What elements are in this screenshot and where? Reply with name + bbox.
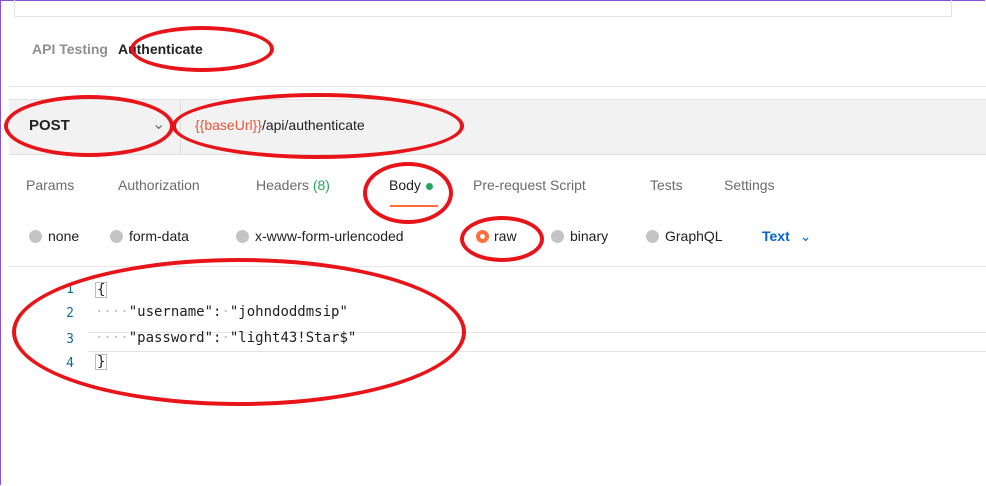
breadcrumb-collection[interactable]: API Testing	[32, 41, 108, 57]
tab-headers[interactable]: Headers (8)	[256, 177, 330, 193]
headers-count: (8)	[312, 177, 330, 193]
tab-label: Pre-request Script	[473, 177, 586, 193]
radio-circle-icon	[551, 230, 564, 243]
radio-label: binary	[570, 228, 609, 244]
annotation-ellipse	[12, 258, 466, 406]
annotation-ellipse	[363, 162, 453, 224]
annotation-ellipse	[4, 95, 174, 157]
radio-none[interactable]: none	[29, 228, 79, 244]
annotation-ellipse	[172, 93, 464, 159]
tab-label: Authorization	[118, 177, 200, 193]
format-dropdown[interactable]: Text ⌄	[762, 228, 811, 245]
chevron-down-icon: ⌄	[799, 228, 812, 244]
radio-circle-icon	[646, 230, 659, 243]
tab-label: Params	[26, 177, 75, 193]
tab-label: Headers	[256, 177, 309, 193]
annotation-ellipse	[130, 26, 274, 72]
tab-pre-request-script[interactable]: Pre-request Script	[473, 177, 586, 193]
radio-label: x-www-form-urlencoded	[255, 228, 404, 244]
tab-authorization[interactable]: Authorization	[118, 177, 200, 193]
radio-form-data[interactable]: form-data	[110, 228, 189, 244]
tab-label: Tests	[650, 177, 683, 193]
radio-binary[interactable]: binary	[551, 228, 608, 244]
radio-circle-icon	[110, 230, 123, 243]
radio-graphql[interactable]: GraphQL	[646, 228, 723, 244]
tab-tests[interactable]: Tests	[650, 177, 683, 193]
format-label: Text	[762, 228, 790, 244]
radio-label: GraphQL	[665, 228, 723, 244]
tab-settings[interactable]: Settings	[724, 177, 775, 193]
header-divider	[9, 86, 986, 87]
radio-circle-icon	[236, 230, 249, 243]
tab-label: Settings	[724, 177, 775, 193]
annotation-ellipse	[460, 216, 544, 262]
radio-label: form-data	[129, 228, 189, 244]
radio-x-www-form-urlencoded[interactable]: x-www-form-urlencoded	[236, 228, 404, 244]
radio-label: none	[48, 228, 80, 244]
tab-params[interactable]: Params	[26, 177, 74, 193]
top-panel	[14, 0, 952, 17]
radio-circle-icon	[29, 230, 42, 243]
